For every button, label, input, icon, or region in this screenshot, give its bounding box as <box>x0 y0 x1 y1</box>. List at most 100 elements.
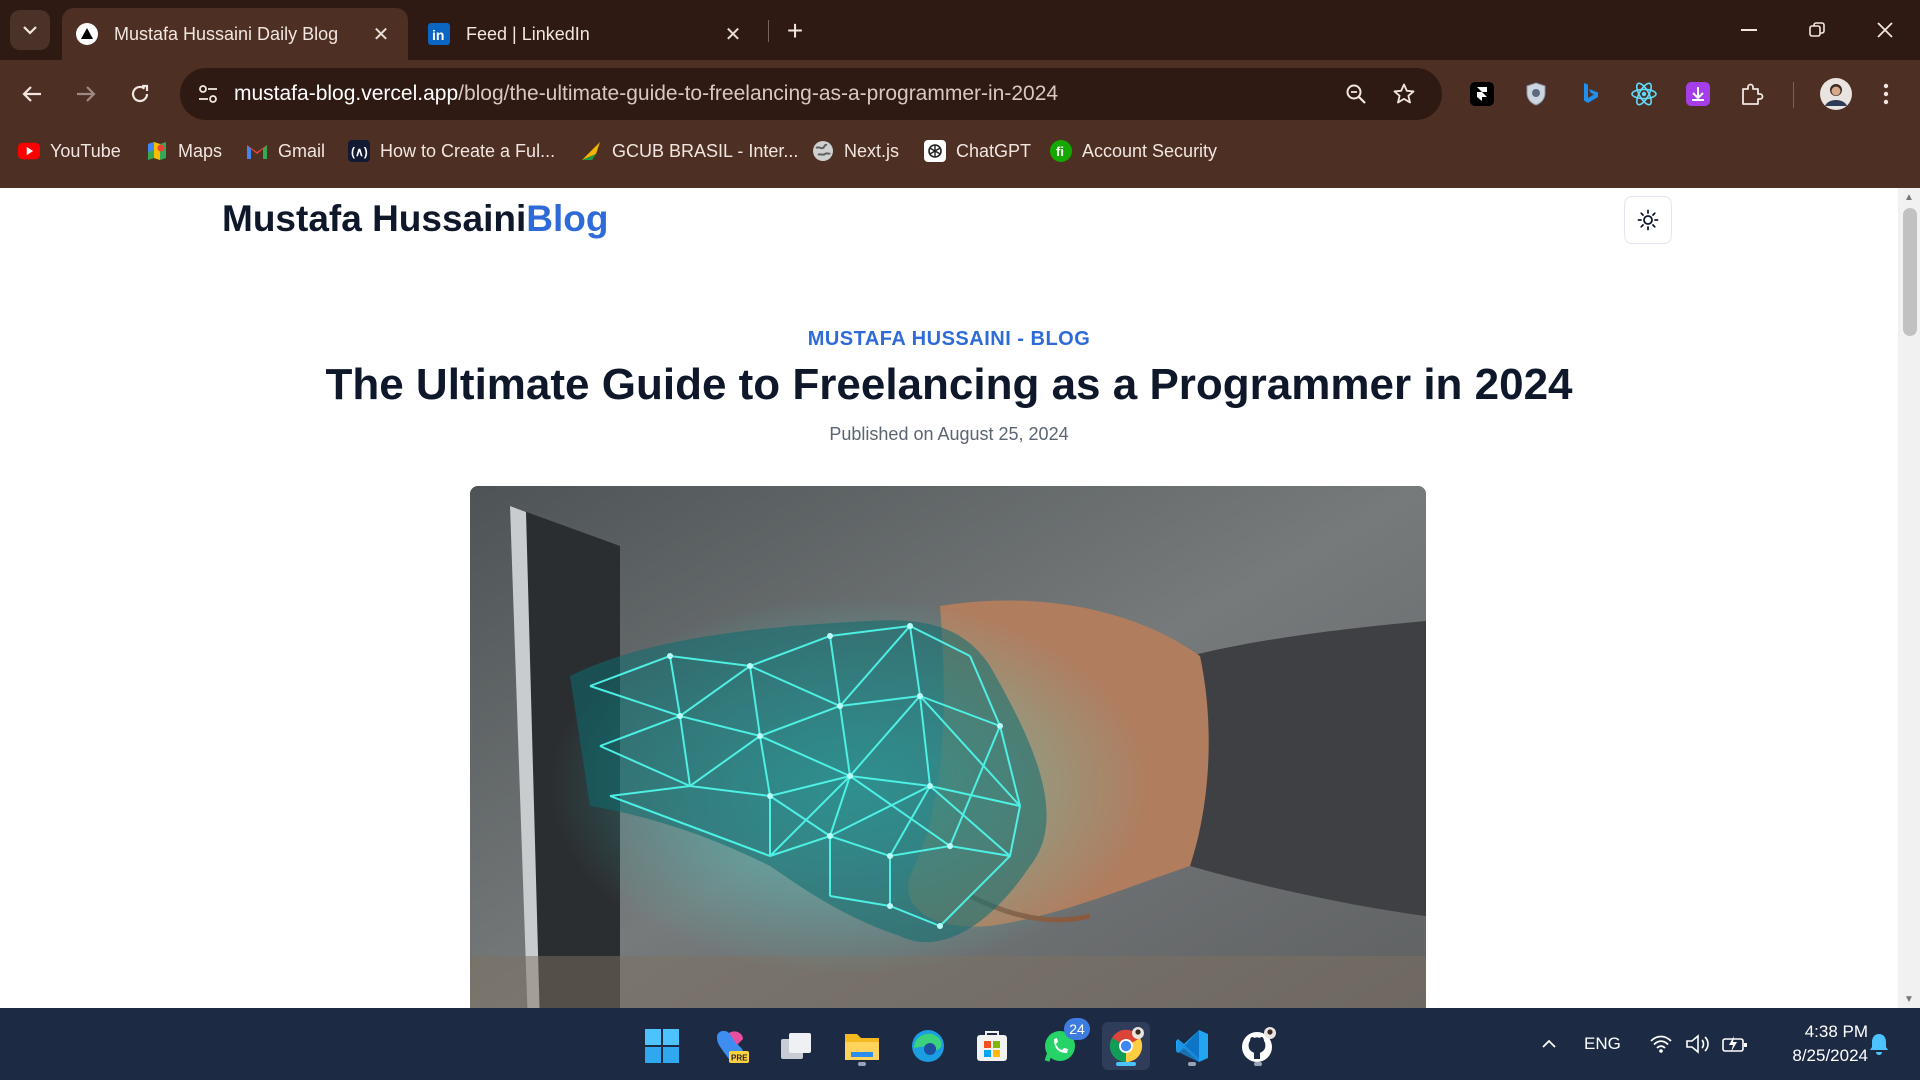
task-view-button[interactable] <box>772 1022 820 1070</box>
bookmark-gcub[interactable]: GCUB BRASIL - Inter... <box>580 136 798 166</box>
post-title: The Ultimate Guide to Freelancing as a P… <box>325 360 1573 409</box>
battery-icon[interactable] <box>1720 1008 1750 1080</box>
clock-date: 8/25/2024 <box>1792 1046 1868 1065</box>
tab-mustafa-blog[interactable]: Mustafa Hussaini Daily Blog ✕ <box>62 8 408 60</box>
page-scrollbar[interactable]: ▲ ▼ <box>1898 188 1920 1008</box>
copilot-button[interactable]: PRE <box>706 1022 754 1070</box>
download-extension-icon[interactable] <box>1682 78 1714 110</box>
chrome-button[interactable] <box>1102 1022 1150 1070</box>
running-indicator <box>1188 1062 1196 1066</box>
clock-time: 4:38 PM <box>1804 1022 1868 1041</box>
wifi-icon[interactable] <box>1648 1008 1674 1080</box>
zoom-icon[interactable] <box>1342 80 1370 108</box>
chrome-menu-icon[interactable] <box>1870 78 1902 110</box>
notification-badge: 24 <box>1064 1018 1090 1040</box>
close-tab-icon[interactable]: ✕ <box>720 21 746 47</box>
bookmark-chatgpt[interactable]: ChatGPT <box>924 136 1031 166</box>
maps-icon <box>146 140 168 162</box>
published-date: Published on August 25, 2024 <box>829 424 1069 444</box>
minimize-icon <box>1741 29 1757 31</box>
bookmark-label: GCUB BRASIL - Inter... <box>612 140 799 161</box>
profile-avatar[interactable] <box>1816 74 1856 114</box>
tab-title: Mustafa Hussaini Daily Blog <box>114 23 339 44</box>
volume-icon[interactable] <box>1684 1008 1712 1080</box>
url-path: /blog/the-ultimate-guide-to-freelancing-… <box>458 82 1059 105</box>
show-hidden-icons-button[interactable] <box>1534 1008 1564 1080</box>
back-button[interactable] <box>12 74 52 114</box>
restore-icon <box>1809 22 1825 37</box>
reload-icon <box>131 84 149 103</box>
bing-extension-icon[interactable] <box>1574 78 1606 110</box>
forward-button[interactable] <box>66 74 106 114</box>
close-window-button[interactable] <box>1862 10 1908 50</box>
edge-button[interactable] <box>904 1022 952 1070</box>
sun-icon <box>1637 209 1659 231</box>
running-indicator <box>1254 1062 1262 1066</box>
shield-extension-icon[interactable] <box>1520 78 1552 110</box>
chevron-down-icon <box>23 26 37 35</box>
extensions-puzzle-icon[interactable] <box>1736 78 1768 110</box>
bookmark-label: Next.js <box>844 140 900 161</box>
whatsapp-button[interactable]: 24 <box>1036 1018 1090 1070</box>
bookmark-label: Account Security <box>1082 140 1218 161</box>
clock[interactable]: 4:38 PM 8/25/2024 <box>1768 1020 1868 1068</box>
react-devtools-icon[interactable] <box>1628 78 1660 110</box>
windows-icon <box>645 1029 679 1063</box>
windows-taskbar: PRE 24 ENG 4:38 PM 8/25/2024 <box>0 1008 1920 1080</box>
bookmark-gmail[interactable]: Gmail <box>246 136 325 166</box>
store-icon <box>977 1031 1007 1061</box>
bookmark-youtube[interactable]: YouTube <box>18 136 121 166</box>
site-logo[interactable]: Mustafa HussainiBlog <box>222 198 609 240</box>
tab-linkedin[interactable]: in Feed | LinkedIn ✕ <box>414 8 760 60</box>
svg-text:(∧): (∧) <box>351 145 368 159</box>
linkedin-icon: in <box>428 23 450 45</box>
chrome-icon <box>1109 1027 1144 1063</box>
address-bar[interactable]: mustafa-blog.vercel.app/blog/the-ultimat… <box>180 68 1442 120</box>
start-button[interactable] <box>638 1022 686 1070</box>
bookmark-how-to-create[interactable]: (∧) How to Create a Ful... <box>348 136 555 166</box>
toolbar-separator <box>1793 82 1794 108</box>
minimize-button[interactable] <box>1726 10 1772 50</box>
tab-strip: Mustafa Hussaini Daily Blog ✕ in Feed | … <box>0 0 1920 60</box>
svg-text:in: in <box>432 27 444 43</box>
page-viewport: Mustafa HussainiBlog MUSTAFA HUSSAINI - … <box>0 188 1898 1008</box>
tab-search-button[interactable] <box>10 10 50 50</box>
new-tab-button[interactable]: + <box>778 14 812 48</box>
framer-extension-icon[interactable] <box>1466 78 1498 110</box>
notifications-bell-icon[interactable] <box>1866 1008 1892 1080</box>
restore-button[interactable] <box>1794 10 1840 50</box>
url-text[interactable]: mustafa-blog.vercel.app/blog/the-ultimat… <box>234 82 1058 106</box>
globe-icon <box>812 140 834 162</box>
theme-toggle-button[interactable] <box>1624 196 1672 244</box>
bookmark-account-security[interactable]: fi Account Security <box>1050 136 1217 166</box>
store-button[interactable] <box>968 1022 1016 1070</box>
arrow-left-icon <box>22 86 41 102</box>
bookmark-label: YouTube <box>50 140 121 161</box>
hero-image <box>470 486 1426 1008</box>
scroll-down-arrow-icon[interactable]: ▼ <box>1898 990 1920 1008</box>
github-icon <box>1242 1027 1276 1062</box>
vercel-triangle-icon <box>76 23 98 45</box>
bookmark-label: Gmail <box>278 140 326 161</box>
github-desktop-button[interactable] <box>1234 1022 1282 1070</box>
language-indicator[interactable]: ENG <box>1584 1008 1621 1080</box>
bookmark-maps[interactable]: Maps <box>146 136 222 166</box>
gmail-icon <box>246 140 268 162</box>
scroll-thumb[interactable] <box>1903 208 1917 336</box>
close-tab-icon[interactable]: ✕ <box>368 21 394 47</box>
site-info-icon[interactable] <box>194 80 222 108</box>
tab-title: Feed | LinkedIn <box>466 23 590 44</box>
task-view-icon <box>781 1033 811 1059</box>
bookmark-nextjs[interactable]: Next.js <box>812 136 899 166</box>
file-explorer-button[interactable] <box>838 1022 886 1070</box>
scroll-up-arrow-icon[interactable]: ▲ <box>1898 188 1920 206</box>
vscode-button[interactable] <box>1168 1022 1216 1070</box>
logo-name: Mustafa Hussaini <box>222 198 527 239</box>
reload-button[interactable] <box>120 74 160 114</box>
copilot-pre-icon: PRE <box>717 1030 749 1063</box>
chevron-up-icon <box>1542 1039 1556 1048</box>
arrow-right-icon <box>77 86 96 102</box>
svg-text:PRE: PRE <box>731 1054 748 1063</box>
bookmark-star-icon[interactable] <box>1390 80 1418 108</box>
post-category: MUSTAFA HUSSAINI - BLOG <box>807 328 1091 350</box>
